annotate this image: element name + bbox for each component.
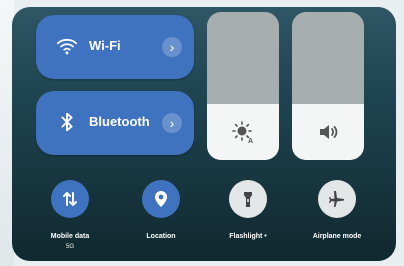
wifi-label: Wi-Fi (89, 38, 121, 53)
flashlight-label: Flashlight • (229, 233, 267, 240)
svg-text:A: A (248, 138, 253, 144)
location-pin-icon (155, 191, 167, 207)
airplane-mode-toggle[interactable] (318, 180, 356, 218)
bluetooth-tile[interactable]: Bluetooth › (36, 91, 194, 155)
mobile-data-toggle[interactable] (51, 180, 89, 218)
bluetooth-label: Bluetooth (89, 114, 150, 129)
bluetooth-expand-chevron-icon[interactable]: › (162, 113, 182, 133)
volume-icon (320, 125, 338, 139)
brightness-slider[interactable]: A (207, 12, 279, 160)
airplane-mode-label: Airplane mode (312, 233, 362, 240)
volume-slider[interactable] (292, 12, 364, 160)
wifi-expand-chevron-icon[interactable]: › (162, 37, 182, 57)
flashlight-icon (244, 192, 252, 207)
wifi-icon (56, 38, 78, 55)
location-label: Location (146, 233, 176, 240)
bluetooth-icon (61, 112, 73, 132)
mobile-data-label: Mobile data (50, 233, 90, 240)
auto-brightness-icon: A (232, 121, 253, 144)
wifi-tile[interactable]: Wi-Fi › (36, 15, 194, 79)
airplane-icon (329, 191, 344, 207)
data-transfer-icon (63, 192, 77, 206)
location-toggle[interactable] (142, 180, 180, 218)
flashlight-toggle[interactable] (229, 180, 267, 218)
mobile-data-sublabel: 5G (65, 244, 74, 250)
